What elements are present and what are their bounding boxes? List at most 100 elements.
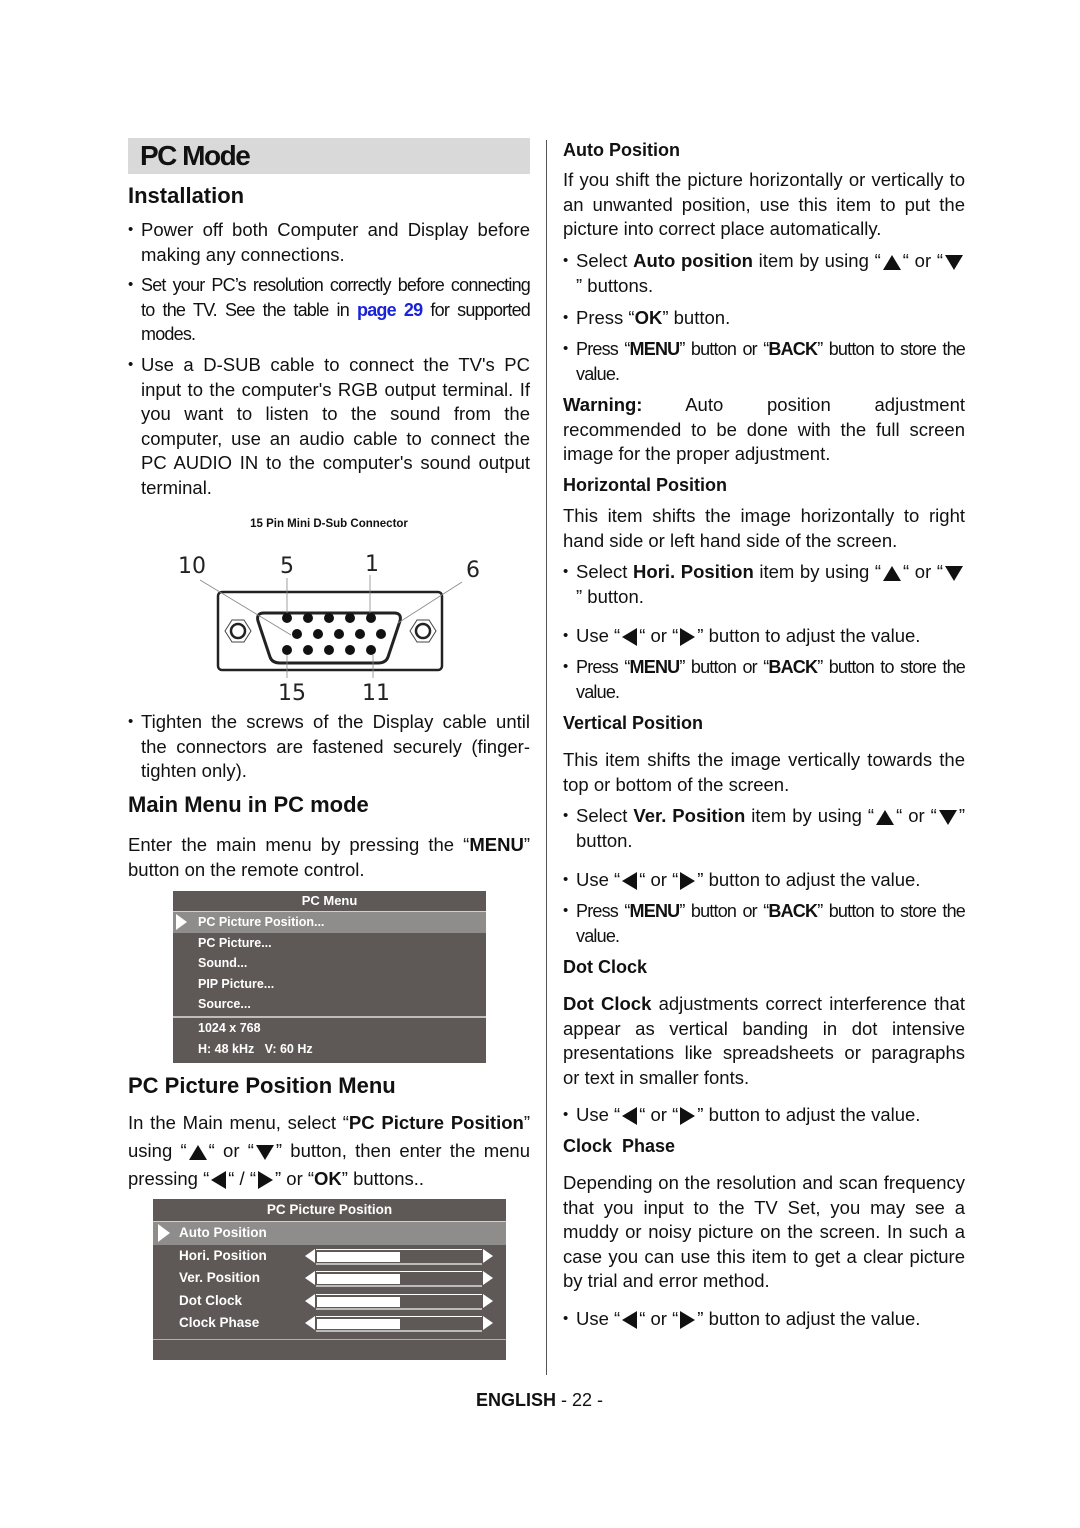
pc-menu-item-pc-picture-position[interactable]: PC Picture Position... (173, 912, 486, 933)
up-arrow-icon (883, 565, 902, 581)
clock-phase-heading: Clock Phase (563, 1136, 676, 1156)
pin-label-11: 11 (362, 681, 390, 705)
page-title-bar: PC Mode (128, 138, 530, 174)
clock-phase-slider[interactable] (305, 1316, 493, 1332)
installation-heading: Installation (128, 183, 245, 208)
right-arrow-icon (680, 1107, 696, 1126)
left-arrow-icon (622, 628, 638, 647)
selection-pointer-icon (158, 1224, 170, 1242)
slider-right-arrow-icon[interactable] (483, 1271, 493, 1285)
horizontal-position-use-bullet: Use ““ or “” button to adjust the value. (563, 624, 965, 649)
auto-position-heading: Auto Position (563, 140, 680, 160)
slider-left-arrow-icon[interactable] (305, 1248, 315, 1263)
right-arrow-icon (680, 872, 696, 891)
installation-bullet-2: Set your PC’s resolution correctly befor… (128, 273, 531, 347)
left-arrow-icon (211, 1171, 227, 1190)
left-arrow-icon (622, 872, 638, 891)
installation-bullet-4: Tighten the screws of the Display cable … (128, 710, 530, 784)
pc-picture-position-heading: PC Picture Position Menu (128, 1073, 396, 1098)
dot-clock-slider[interactable] (305, 1293, 493, 1310)
up-arrow-icon (188, 1144, 207, 1160)
vertical-position-use-bullet: Use ““ or “” button to adjust the value. (563, 868, 965, 893)
page-footer: ENGLISH - 22 - (476, 1390, 603, 1411)
pc-menu-item-pip-picture[interactable]: PIP Picture... (173, 974, 486, 995)
osd-item-clock-phase[interactable]: Clock Phase (153, 1312, 506, 1335)
pc-menu-resolution: 1024 x 768 (198, 1020, 261, 1035)
pc-menu-osd: PC Menu PC Picture Position... PC Pictur… (173, 891, 486, 1063)
slider-left-arrow-icon[interactable] (305, 1271, 315, 1285)
installation-bullet-3: Use a D-SUB cable to connect the TV's PC… (128, 353, 530, 501)
main-menu-heading: Main Menu in PC mode (128, 792, 369, 817)
vertical-position-text: This item shifts the image vertically to… (563, 749, 965, 795)
installation-bullet-1: Power off both Computer and Display befo… (128, 218, 530, 267)
right-arrow-icon (257, 1171, 273, 1190)
vertical-position-select-bullet: Select Ver. Position item by using ““ or… (563, 804, 965, 853)
vertical-position-store-bullet: Press “MENU” button or “BACK” button to … (563, 899, 966, 948)
dot-clock-text: Dot Clock adjustments correct interferen… (563, 993, 965, 1088)
connector-shell (216, 590, 444, 672)
pc-picture-position-text: In the Main menu, select “PC Picture Pos… (128, 1112, 530, 1190)
auto-position-select-bullet: Select Auto position item by using ““ or… (563, 249, 965, 298)
slider-fill (317, 1251, 400, 1262)
left-arrow-icon (622, 1311, 638, 1330)
clock-phase-use-bullet: Use ““ or “” button to adjust the value. (563, 1307, 965, 1332)
osd-separator (153, 1338, 506, 1340)
horizontal-position-heading: Horizontal Position (563, 475, 727, 495)
auto-position-ok-bullet: Press “OK” button. (563, 306, 965, 331)
clock-phase-text: Depending on the resolution and scan fre… (563, 1172, 965, 1292)
pin-label-15: 15 (278, 681, 306, 705)
page-title: PC Mode (140, 140, 251, 171)
footer-language: ENGLISH (476, 1390, 557, 1410)
pc-menu-item-source[interactable]: Source... (173, 994, 486, 1015)
horizontal-position-select-bullet: Select Hori. Position item by using ““ o… (563, 560, 965, 609)
right-arrow-icon (680, 1311, 696, 1330)
auto-position-text: If you shift the picture horizontally or… (563, 169, 965, 240)
ver-position-slider[interactable] (305, 1271, 493, 1287)
up-arrow-icon (882, 254, 901, 270)
pc-menu-item-sound[interactable]: Sound... (173, 953, 486, 974)
slider-right-arrow-icon[interactable] (483, 1316, 493, 1330)
pin-label-1: 1 (365, 552, 379, 577)
slider-right-arrow-icon[interactable] (483, 1293, 493, 1308)
left-arrow-icon (622, 1107, 638, 1126)
dsub-connector-diagram: 10 5 1 6 15 11 (178, 552, 480, 705)
slider-right-arrow-icon[interactable] (483, 1248, 493, 1263)
auto-position-warning: Warning: Auto position adjustment recomm… (563, 394, 965, 465)
horizontal-position-store-bullet: Press “MENU” button or “BACK” button to … (563, 655, 966, 704)
down-arrow-icon (255, 1144, 274, 1160)
slider-left-arrow-icon[interactable] (305, 1293, 315, 1308)
osd-item-auto-position[interactable]: Auto Position (153, 1222, 506, 1245)
connector-caption: 15 Pin Mini D-Sub Connector (250, 518, 408, 530)
down-arrow-icon (938, 809, 957, 825)
horizontal-position-text: This item shifts the image horizontally … (563, 505, 965, 551)
pc-menu-item-pc-picture[interactable]: PC Picture... (173, 933, 486, 954)
pc-picture-position-osd: PC Picture Position Auto Position Hori. … (153, 1199, 506, 1360)
pins (282, 613, 386, 655)
slider-fill (317, 1274, 400, 1284)
pc-menu-title: PC Menu (173, 891, 486, 912)
hori-position-slider[interactable] (305, 1248, 493, 1265)
pin-label-5: 5 (280, 554, 294, 579)
dot-clock-heading: Dot Clock (563, 957, 648, 977)
auto-position-store-bullet: Press “MENU” button or “BACK” button to … (563, 337, 966, 386)
slider-left-arrow-icon[interactable] (305, 1316, 315, 1330)
osd-item-ver-position[interactable]: Ver. Position (153, 1267, 506, 1290)
slider-fill (317, 1319, 400, 1329)
right-arrow-icon (680, 628, 696, 647)
vertical-position-heading: Vertical Position (563, 713, 704, 733)
down-arrow-icon (945, 254, 963, 270)
down-arrow-icon (945, 565, 964, 581)
main-menu-text: Enter the main menu by pressing the “MEN… (128, 834, 530, 880)
dot-clock-use-bullet: Use ““ or “” button to adjust the value. (563, 1103, 965, 1128)
osd-item-hori-position[interactable]: Hori. Position (153, 1245, 506, 1268)
page-number: - 22 - (556, 1390, 604, 1410)
osd-item-dot-clock[interactable]: Dot Clock (153, 1290, 506, 1313)
up-arrow-icon (876, 809, 895, 825)
pin-label-6: 6 (466, 558, 480, 583)
page-29-link[interactable]: page 29 (357, 300, 423, 320)
pc-picture-position-osd-title: PC Picture Position (153, 1199, 506, 1222)
pc-menu-frequency: H: 48 kHz V: 60 Hz (198, 1041, 313, 1056)
pin-label-10: 10 (178, 554, 206, 579)
selection-pointer-icon (176, 914, 187, 930)
column-divider (546, 140, 547, 1375)
